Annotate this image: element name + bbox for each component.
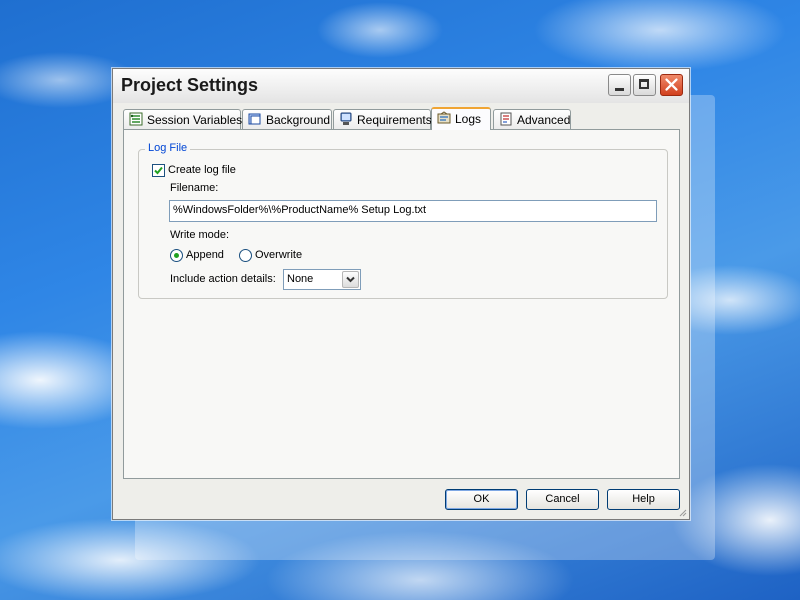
log-file-group: Log File Create log file Filename: %Wind…: [138, 142, 668, 299]
append-label[interactable]: Append: [186, 249, 224, 261]
action-details-label: Include action details:: [170, 273, 276, 285]
minimize-icon: [615, 88, 624, 91]
radio-selected-dot: [174, 253, 179, 258]
session-variables-icon: [129, 112, 143, 126]
maximize-button[interactable]: [633, 74, 656, 96]
check-mark-icon: [154, 166, 163, 175]
tab-label: Background: [266, 113, 331, 127]
help-button[interactable]: Help: [607, 489, 680, 510]
tab-advanced[interactable]: Advanced: [493, 109, 571, 129]
create-log-label[interactable]: Create log file: [168, 164, 236, 176]
tab-logs[interactable]: Logs: [431, 107, 491, 130]
window-title: Project Settings: [121, 75, 259, 95]
append-radio[interactable]: [170, 249, 183, 262]
dropdown-button[interactable]: [342, 271, 359, 288]
background-icon: [248, 113, 261, 125]
requirements-icon: [340, 112, 352, 125]
close-icon: [665, 78, 678, 91]
tab-label: Logs: [455, 112, 482, 126]
title-bar[interactable]: Project Settings: [113, 69, 689, 103]
tab-session-variables[interactable]: Session Variables: [123, 109, 243, 129]
maximize-icon: [639, 79, 649, 89]
cancel-button[interactable]: Cancel: [526, 489, 599, 510]
overwrite-radio[interactable]: [239, 249, 252, 262]
minimize-button[interactable]: [608, 74, 631, 96]
project-settings-dialog: Project Settings Session Variables Backg…: [112, 68, 690, 520]
select-value: None: [287, 273, 314, 285]
tab-label: Requirements: [357, 113, 432, 127]
chevron-down-icon: [346, 276, 355, 283]
write-mode-label: Write mode:: [170, 229, 230, 241]
close-button[interactable]: [660, 74, 683, 96]
logs-icon: [437, 111, 451, 124]
tab-label: Advanced: [517, 113, 571, 127]
tab-requirements[interactable]: Requirements: [333, 109, 432, 129]
filename-label: Filename:: [170, 182, 219, 194]
action-details-select[interactable]: None: [283, 269, 361, 290]
overwrite-label[interactable]: Overwrite: [255, 249, 302, 261]
create-log-checkbox[interactable]: [152, 164, 165, 177]
ok-button[interactable]: OK: [445, 489, 518, 510]
logs-tab-panel: Log File Create log file Filename: %Wind…: [123, 129, 680, 479]
tab-label: Session Variables: [147, 113, 243, 127]
filename-input[interactable]: %WindowsFolder%\%ProductName% Setup Log.…: [169, 200, 657, 222]
resize-grip-icon[interactable]: [677, 507, 687, 517]
tab-background[interactable]: Background: [242, 109, 332, 129]
advanced-icon: [500, 112, 512, 126]
group-title: Log File: [145, 142, 191, 154]
